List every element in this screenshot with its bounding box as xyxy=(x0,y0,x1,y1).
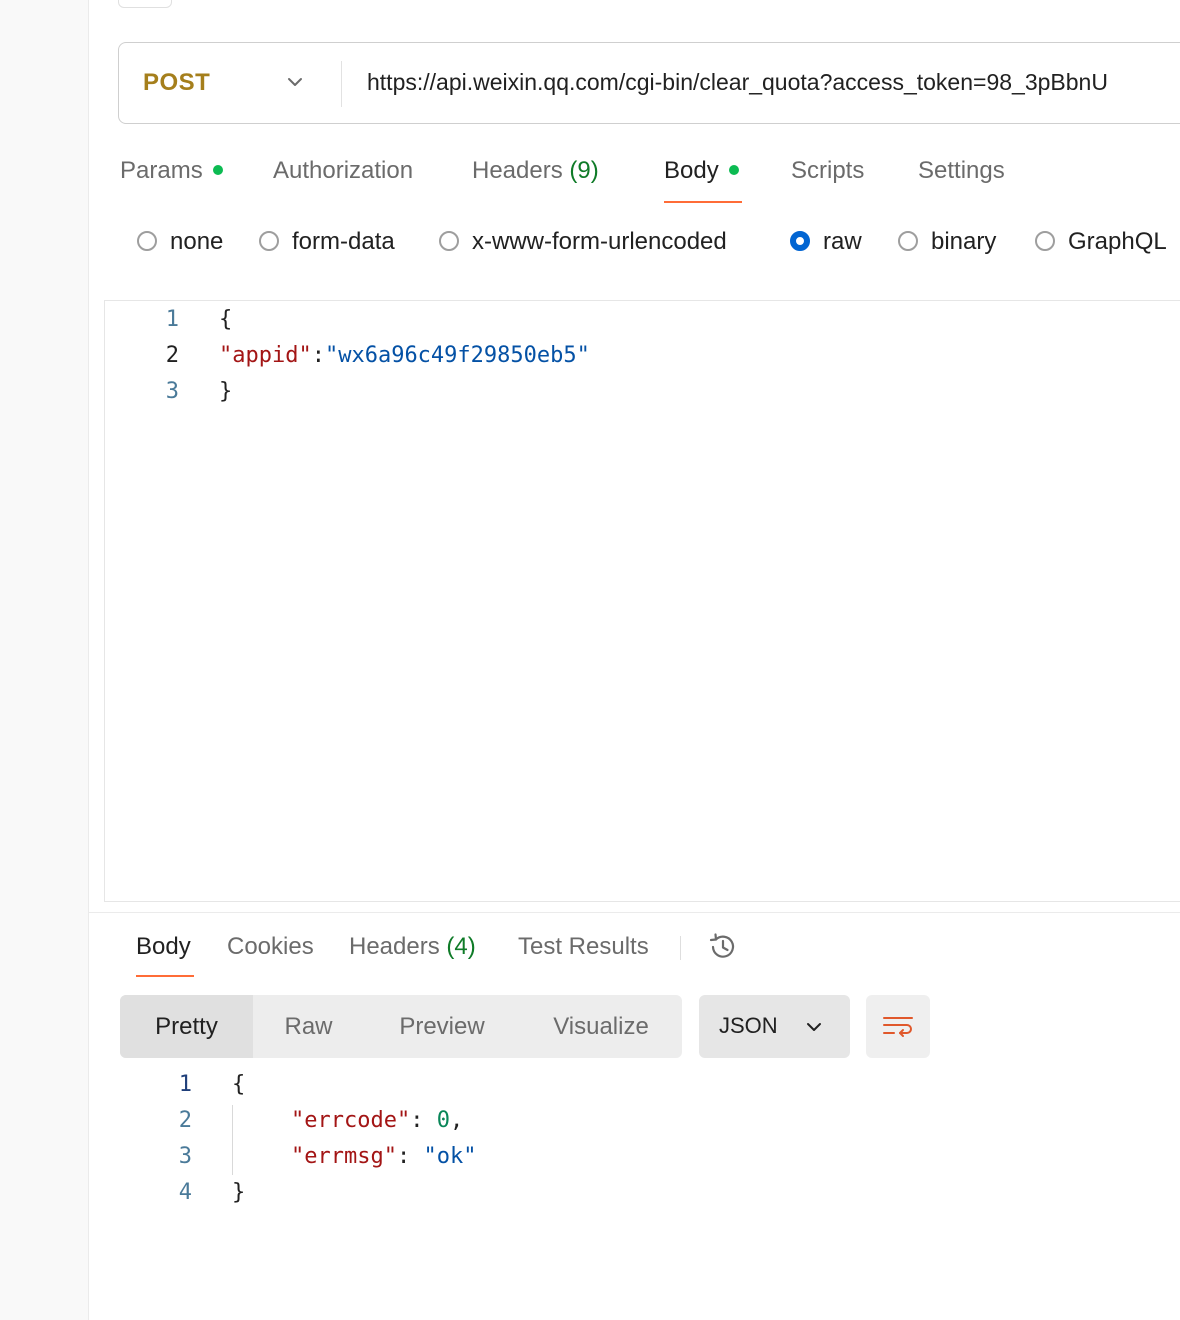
radio-graphql-label[interactable]: GraphQL xyxy=(1068,228,1167,256)
tab-settings[interactable]: Settings xyxy=(918,157,1005,185)
view-preview-button[interactable]: Preview xyxy=(382,995,502,1058)
response-tab-cookies[interactable]: Cookies xyxy=(227,933,314,961)
response-tab-test-results[interactable]: Test Results xyxy=(518,933,649,961)
code-line-appid: "appid":"wx6a96c49f29850eb5" xyxy=(219,343,590,368)
response-active-tab-underline xyxy=(136,975,194,977)
active-tab-underline xyxy=(664,201,742,203)
line-number: 2 xyxy=(165,343,179,368)
radio-urlencoded-label[interactable]: x-www-form-urlencoded xyxy=(472,228,727,256)
response-tab-separator xyxy=(680,936,681,960)
top-tab-stub[interactable] xyxy=(118,0,172,8)
code-open-brace: { xyxy=(219,307,233,332)
method-select[interactable]: POST xyxy=(143,69,210,97)
left-sidebar xyxy=(0,0,89,1320)
response-tab-headers-label: Headers xyxy=(349,933,440,960)
response-tab-headers-count: (4) xyxy=(446,933,476,960)
tab-headers-count: (9) xyxy=(569,157,599,184)
tab-scripts[interactable]: Scripts xyxy=(791,157,864,185)
indent-guide xyxy=(232,1105,233,1175)
radio-form-data-label[interactable]: form-data xyxy=(292,228,395,256)
view-mode-group: Pretty Raw Preview Visualize xyxy=(120,995,682,1058)
radio-raw-label[interactable]: raw xyxy=(823,228,862,256)
history-icon[interactable] xyxy=(706,930,740,964)
radio-graphql[interactable] xyxy=(1035,231,1055,251)
code-close-brace: } xyxy=(219,379,233,404)
code-open-brace: { xyxy=(232,1072,246,1097)
line-number: 2 xyxy=(178,1108,192,1133)
tab-headers[interactable]: Headers (9) xyxy=(472,157,599,185)
radio-none-label[interactable]: none xyxy=(170,228,223,256)
chevron-down-icon xyxy=(807,1023,821,1031)
view-pretty-button[interactable]: Pretty xyxy=(120,995,253,1058)
url-input[interactable]: https://api.weixin.qq.com/cgi-bin/clear_… xyxy=(367,69,1108,96)
view-visualize-button[interactable]: Visualize xyxy=(538,995,664,1058)
tab-settings-label: Settings xyxy=(918,157,1005,184)
tab-authorization[interactable]: Authorization xyxy=(273,157,413,185)
format-select-value: JSON xyxy=(719,1013,778,1038)
request-url-bar: POST https://api.weixin.qq.com/cgi-bin/c… xyxy=(118,42,1180,124)
code-close-brace: } xyxy=(232,1180,246,1205)
radio-raw[interactable] xyxy=(790,231,810,251)
format-select[interactable]: JSON xyxy=(699,995,850,1058)
wrap-lines-icon xyxy=(883,1017,913,1037)
line-number: 3 xyxy=(165,379,179,404)
radio-urlencoded[interactable] xyxy=(439,231,459,251)
json-key: "errcode" xyxy=(291,1108,411,1133)
code-line-errcode: "errcode": 0, xyxy=(291,1108,464,1133)
line-number: 3 xyxy=(178,1144,192,1169)
radio-none[interactable] xyxy=(137,231,157,251)
line-number: 1 xyxy=(165,307,179,332)
json-string: "ok" xyxy=(423,1144,477,1169)
json-value: "wx6a96c49f29850eb5" xyxy=(324,343,590,368)
json-number: 0 xyxy=(436,1108,450,1133)
json-key: "appid" xyxy=(219,343,312,368)
tab-params[interactable]: Params xyxy=(120,157,223,185)
response-tab-body-label: Body xyxy=(136,933,191,960)
response-tab-cookies-label: Cookies xyxy=(227,933,314,960)
params-active-dot xyxy=(212,164,223,175)
wrap-lines-button[interactable] xyxy=(866,995,930,1058)
response-tab-test-results-label: Test Results xyxy=(518,933,649,960)
code-line-errmsg: "errmsg": "ok" xyxy=(291,1144,477,1169)
view-raw-button[interactable]: Raw xyxy=(253,995,364,1058)
tab-params-label: Params xyxy=(120,157,203,184)
radio-form-data[interactable] xyxy=(259,231,279,251)
line-number: 4 xyxy=(178,1180,192,1205)
tab-body-label: Body xyxy=(664,157,719,184)
line-number: 1 xyxy=(178,1072,192,1097)
radio-binary[interactable] xyxy=(898,231,918,251)
body-active-dot xyxy=(728,164,739,175)
pane-divider[interactable] xyxy=(88,912,1180,913)
tab-authorization-label: Authorization xyxy=(273,157,414,184)
response-tab-body[interactable]: Body xyxy=(136,933,191,961)
json-colon: : xyxy=(311,343,325,368)
tab-scripts-label: Scripts xyxy=(791,157,865,184)
url-divider xyxy=(341,61,342,107)
chevron-down-icon[interactable] xyxy=(284,71,306,93)
tab-headers-label: Headers xyxy=(472,157,563,184)
json-key: "errmsg" xyxy=(291,1144,397,1169)
request-body-editor[interactable]: 1 2 3 { "appid":"wx6a96c49f29850eb5" } xyxy=(104,300,1180,902)
tab-body[interactable]: Body xyxy=(664,157,739,185)
response-tab-headers[interactable]: Headers (4) xyxy=(349,933,476,961)
radio-binary-label[interactable]: binary xyxy=(931,228,996,256)
